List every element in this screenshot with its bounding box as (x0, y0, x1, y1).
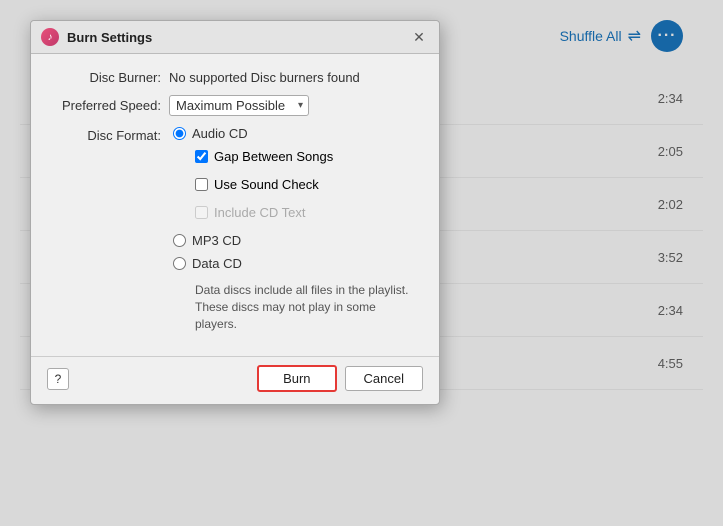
use-sound-check-label: Use Sound Check (214, 177, 319, 192)
data-cd-option[interactable]: Data CD (173, 256, 419, 271)
mp3-cd-radio[interactable] (173, 234, 186, 247)
data-cd-note: Data discs include all files in the play… (195, 282, 419, 332)
burn-button[interactable]: Burn (257, 365, 336, 392)
audio-cd-label: Audio CD (192, 126, 248, 141)
data-cd-radio[interactable] (173, 257, 186, 270)
include-cd-text-checkbox[interactable] (195, 206, 208, 219)
gap-between-songs-option[interactable]: Gap Between Songs (195, 149, 419, 164)
speed-select[interactable]: Maximum Possible 1x 2x 4x 8x 16x 24x (169, 95, 309, 116)
disc-format-section: Disc Format: Audio CD Gap Between Songs (51, 126, 419, 332)
disc-format-options: Audio CD Gap Between Songs Use Sound Che… (173, 126, 419, 332)
preferred-speed-row: Preferred Speed: Maximum Possible 1x 2x … (51, 95, 419, 116)
burn-settings-dialog: ♪ Burn Settings ✕ Disc Burner: No suppor… (30, 20, 440, 405)
gap-between-songs-checkbox[interactable] (195, 150, 208, 163)
mp3-cd-option[interactable]: MP3 CD (173, 233, 419, 248)
include-cd-text-option[interactable]: Include CD Text (195, 205, 419, 220)
include-cd-text-label: Include CD Text (214, 205, 306, 220)
disc-format-label: Disc Format: (51, 126, 161, 143)
cancel-label: Cancel (364, 371, 404, 386)
modal-overlay: ♪ Burn Settings ✕ Disc Burner: No suppor… (0, 0, 723, 526)
dialog-body: Disc Burner: No supported Disc burners f… (31, 54, 439, 352)
speed-select-wrapper[interactable]: Maximum Possible 1x 2x 4x 8x 16x 24x ▾ (169, 95, 309, 116)
itunes-icon: ♪ (41, 28, 59, 46)
use-sound-check-option[interactable]: Use Sound Check (195, 177, 419, 192)
audio-cd-option[interactable]: Audio CD (173, 126, 419, 141)
dialog-footer: ? Burn Cancel (31, 356, 439, 404)
cancel-button[interactable]: Cancel (345, 366, 423, 391)
close-button[interactable]: ✕ (409, 27, 429, 47)
data-cd-label: Data CD (192, 256, 242, 271)
burn-label: Burn (283, 371, 310, 386)
gap-between-songs-label: Gap Between Songs (214, 149, 333, 164)
help-label: ? (55, 372, 62, 386)
close-icon: ✕ (413, 29, 425, 46)
preferred-speed-label: Preferred Speed: (51, 98, 161, 113)
help-button[interactable]: ? (47, 368, 69, 390)
mp3-cd-label: MP3 CD (192, 233, 241, 248)
dialog-title: Burn Settings (67, 30, 401, 45)
disc-burner-value: No supported Disc burners found (169, 70, 360, 85)
disc-burner-row: Disc Burner: No supported Disc burners f… (51, 70, 419, 85)
dialog-titlebar: ♪ Burn Settings ✕ (31, 21, 439, 54)
disc-burner-label: Disc Burner: (51, 70, 161, 85)
use-sound-check-checkbox[interactable] (195, 178, 208, 191)
audio-cd-radio[interactable] (173, 127, 186, 140)
music-note-icon: ♪ (48, 32, 53, 43)
